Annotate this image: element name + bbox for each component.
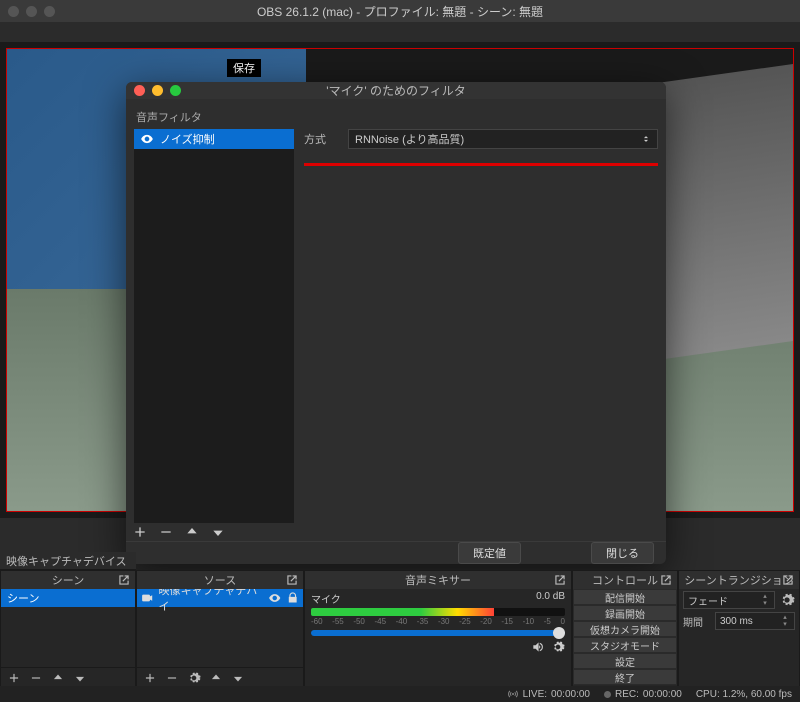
move-down-button[interactable]: [210, 524, 226, 540]
dock-row: シーン シーン ソース 映像キャプチャデバイ: [0, 570, 800, 688]
scenes-dock: シーン シーン: [0, 570, 136, 688]
rec-status: REC:00:00:00: [604, 689, 682, 700]
visibility-icon[interactable]: [140, 132, 154, 146]
filters-dialog: 'マイク' のためのフィルタ 音声フィルタ ノイズ抑制 方式 RNNoise (…: [126, 82, 666, 564]
slider-knob[interactable]: [553, 627, 565, 639]
filter-item-label: ノイズ抑制: [160, 131, 215, 147]
menu-bar: [0, 22, 800, 42]
source-item[interactable]: 映像キャプチャデバイ: [137, 589, 303, 607]
zoom-window-icon[interactable]: [44, 6, 55, 17]
sources-header: ソース: [137, 571, 303, 589]
record-dot-icon: [604, 691, 611, 698]
controls-dock: コントロール 配信開始 録画開始 仮想カメラ開始 スタジオモード 設定 終了: [572, 570, 678, 688]
add-scene-button[interactable]: [7, 671, 21, 685]
dialog-titlebar: 'マイク' のためのフィルタ: [126, 82, 666, 99]
duration-input[interactable]: 300 ms ▴▾: [715, 612, 795, 630]
mixer-track-level: 0.0 dB: [536, 591, 565, 606]
lock-icon[interactable]: [286, 591, 299, 605]
minimize-window-icon[interactable]: [26, 6, 37, 17]
status-bar: LIVE:00:00:00 REC:00:00:00 CPU: 1.2%, 60…: [0, 686, 800, 702]
transitions-header: シーントランジション: [679, 571, 799, 589]
remove-filter-button[interactable]: [158, 524, 174, 540]
sources-list[interactable]: 映像キャプチャデバイ: [137, 589, 303, 667]
audio-meter: [311, 608, 565, 616]
undock-icon[interactable]: [659, 573, 673, 587]
live-status: LIVE:00:00:00: [507, 688, 590, 700]
undock-icon[interactable]: [781, 573, 795, 587]
start-streaming-button[interactable]: 配信開始: [573, 589, 677, 605]
dialog-traffic-lights: [134, 85, 181, 96]
scene-down-button[interactable]: [73, 671, 87, 685]
source-settings-button[interactable]: [187, 671, 201, 685]
undock-icon[interactable]: [117, 573, 131, 587]
mute-icon[interactable]: [531, 640, 545, 654]
remove-source-button[interactable]: [165, 671, 179, 685]
visibility-icon[interactable]: [268, 591, 281, 605]
app-titlebar: OBS 26.1.2 (mac) - プロファイル: 無題 - シーン: 無題: [0, 0, 800, 22]
source-up-button[interactable]: [209, 671, 223, 685]
audio-filters-label: 音声フィルタ: [134, 105, 658, 129]
overlay-save-label: 保存: [227, 59, 261, 77]
undock-icon[interactable]: [285, 573, 299, 587]
transition-settings-icon[interactable]: [779, 592, 795, 608]
exit-button[interactable]: 終了: [573, 669, 677, 685]
add-filter-button[interactable]: [132, 524, 148, 540]
video-capture-device-label: 映像キャプチャデバイス: [0, 552, 136, 570]
scene-up-button[interactable]: [51, 671, 65, 685]
add-source-button[interactable]: [143, 671, 157, 685]
transition-select[interactable]: フェード ▴▾: [683, 591, 775, 609]
mixer-track-name: マイク: [311, 591, 341, 606]
sources-dock: ソース 映像キャプチャデバイ: [136, 570, 304, 688]
undock-icon[interactable]: [553, 573, 567, 587]
filter-toolbar: [126, 523, 666, 541]
start-recording-button[interactable]: 録画開始: [573, 605, 677, 621]
chevron-up-down-icon: [641, 134, 651, 144]
duration-label: 期間: [683, 614, 711, 629]
meter-ticks: -60-55-50-45-40-35-30-25-20-15-10-50: [311, 617, 565, 626]
remove-scene-button[interactable]: [29, 671, 43, 685]
settings-button[interactable]: 設定: [573, 653, 677, 669]
annotation-redline: [304, 163, 658, 166]
method-label: 方式: [304, 131, 340, 147]
method-select-value: RNNoise (より高品質): [355, 131, 464, 147]
close-window-icon[interactable]: [8, 6, 19, 17]
camera-icon: [141, 591, 154, 605]
source-down-button[interactable]: [231, 671, 245, 685]
dialog-close-icon[interactable]: [134, 85, 145, 96]
scenes-list[interactable]: シーン: [1, 589, 135, 667]
window-traffic-lights: [8, 6, 55, 17]
method-select[interactable]: RNNoise (より高品質): [348, 129, 658, 149]
track-settings-icon[interactable]: [551, 640, 565, 654]
dialog-title: 'マイク' のためのフィルタ: [326, 82, 465, 99]
app-title: OBS 26.1.2 (mac) - プロファイル: 無題 - シーン: 無題: [257, 3, 543, 20]
filter-properties: 方式 RNNoise (より高品質): [304, 129, 658, 523]
start-virtual-cam-button[interactable]: 仮想カメラ開始: [573, 621, 677, 637]
scene-item[interactable]: シーン: [1, 589, 135, 607]
mixer-track: マイク 0.0 dB -60-55-50-45-40-35-30-25-20-1…: [305, 589, 571, 656]
move-up-button[interactable]: [184, 524, 200, 540]
studio-mode-button[interactable]: スタジオモード: [573, 637, 677, 653]
dialog-zoom-icon[interactable]: [170, 85, 181, 96]
filter-item-noise-suppression[interactable]: ノイズ抑制: [134, 129, 294, 149]
mixer-header: 音声ミキサー: [305, 571, 571, 589]
scenes-header: シーン: [1, 571, 135, 589]
transitions-dock: シーントランジション フェード ▴▾ 期間 300 ms ▴▾: [678, 570, 800, 688]
dialog-minimize-icon[interactable]: [152, 85, 163, 96]
controls-header: コントロール: [573, 571, 677, 589]
broadcast-icon: [507, 688, 519, 700]
audio-mixer-dock: 音声ミキサー マイク 0.0 dB -60-55-50-45-40-35-30-…: [304, 570, 572, 688]
filter-list[interactable]: ノイズ抑制: [134, 129, 294, 523]
cpu-status: CPU: 1.2%, 60.00 fps: [696, 689, 792, 700]
volume-slider[interactable]: [311, 630, 565, 636]
